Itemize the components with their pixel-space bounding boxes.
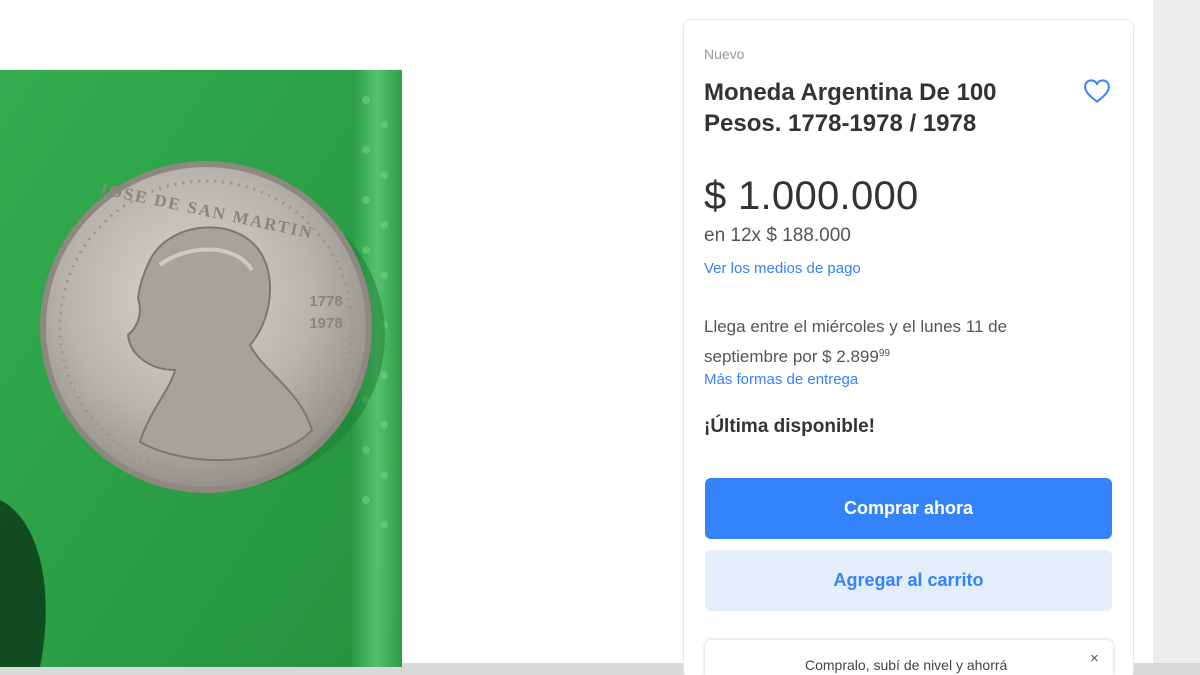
coin-date-top: 1778 — [309, 293, 342, 310]
promo-text: Compralo, subí de nivel y ahorrá — [805, 657, 1008, 673]
product-photo[interactable]: JOSE DE SAN MARTIN 1778 1978 — [0, 70, 402, 667]
delivery-options-link[interactable]: Más formas de entrega — [704, 371, 858, 388]
coin-date-bottom: 1978 — [309, 315, 342, 332]
coin-photo: JOSE DE SAN MARTIN 1778 1978 — [0, 70, 402, 667]
close-icon[interactable]: × — [1090, 650, 1099, 667]
heart-icon[interactable] — [1082, 76, 1112, 106]
product-price: $ 1.000.000 — [704, 174, 919, 218]
promo-banner: Compralo, subí de nivel y ahorrá × — [705, 640, 1113, 675]
buy-now-button[interactable]: Comprar ahora — [705, 478, 1112, 539]
payment-methods-link[interactable]: Ver los medios de pago — [704, 260, 861, 277]
page-side-strip — [1153, 0, 1200, 675]
add-to-cart-button[interactable]: Agregar al carrito — [705, 550, 1112, 611]
installments-text: en 12x $ 188.000 — [704, 225, 851, 246]
product-condition: Nuevo — [704, 46, 745, 62]
stock-status: ¡Última disponible! — [704, 416, 875, 437]
product-buy-box: Nuevo Moneda Argentina De 100 Pesos. 177… — [683, 19, 1134, 675]
shipping-info: Llega entre el miércoles y el lunes 11 d… — [704, 313, 1074, 370]
product-title: Moneda Argentina De 100 Pesos. 1778-1978… — [704, 79, 997, 137]
shipping-cents: 99 — [878, 348, 890, 359]
shipping-text: Llega entre el miércoles y el lunes 11 d… — [704, 317, 1008, 366]
